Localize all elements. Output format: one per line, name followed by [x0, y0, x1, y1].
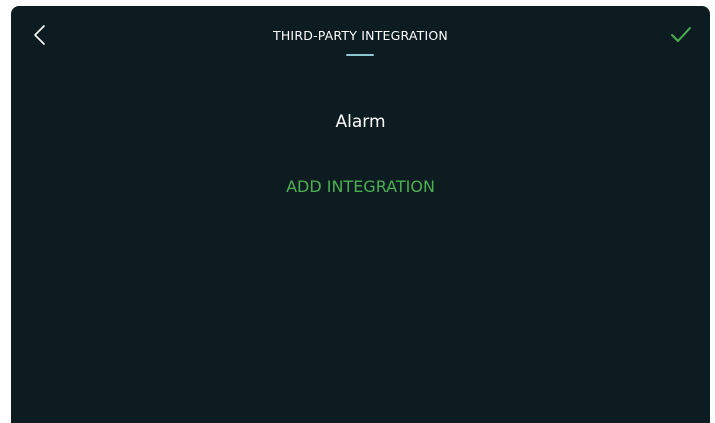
confirm-button[interactable]	[666, 20, 696, 50]
title-underline	[346, 54, 374, 56]
section-label-alarm: Alarm	[335, 112, 386, 132]
integration-screen: THIRD-PARTY INTEGRATION Alarm ADD INTEGR…	[11, 6, 710, 423]
page-title: THIRD-PARTY INTEGRATION	[273, 28, 448, 43]
add-integration-button[interactable]: ADD INTEGRATION	[286, 177, 435, 196]
checkmark-icon	[671, 27, 691, 42]
add-integration-row: ADD INTEGRATION	[11, 177, 710, 196]
